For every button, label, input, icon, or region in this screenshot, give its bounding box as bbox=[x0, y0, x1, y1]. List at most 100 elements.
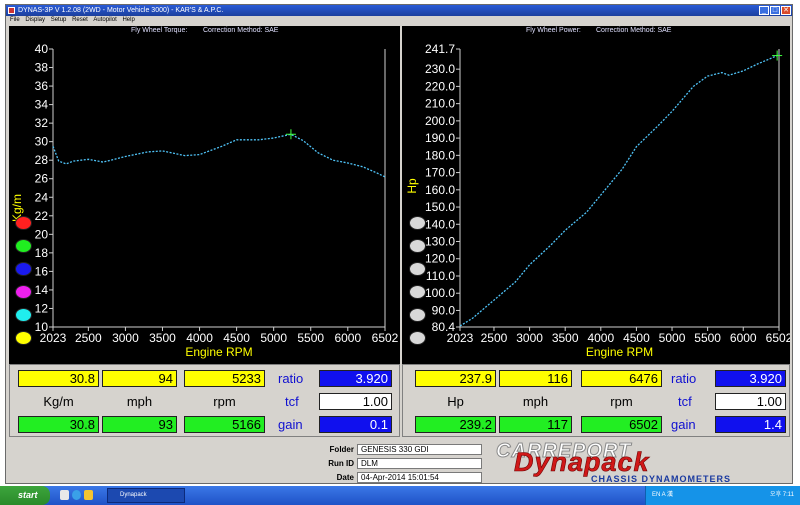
logo-tagline: CHASSIS DYNAMOMETERS bbox=[591, 474, 732, 484]
power-peak-mph-cell: 117 bbox=[499, 416, 572, 433]
maximize-button[interactable]: □ bbox=[770, 6, 780, 15]
x-tick-label: 4500 bbox=[623, 331, 650, 345]
torque-gain-value: 0.1 bbox=[319, 416, 392, 433]
show-desktop-icon[interactable] bbox=[60, 490, 69, 500]
y-tick-label: 210.0 bbox=[425, 97, 455, 111]
y-tick-label: 30 bbox=[35, 135, 49, 149]
x-tick-label: 2500 bbox=[481, 331, 508, 345]
power-mph-cell: 116 bbox=[499, 370, 572, 387]
title-bar[interactable]: DYNAS-3P V 1.2.08 (2WD - Motor Vehicle 3… bbox=[6, 5, 792, 16]
torque-readout-box: 30.8 94 5233 ratio 3.920 Kg/m mph rpm tc… bbox=[9, 364, 400, 437]
window-title: DYNAS-3P V 1.2.08 (2WD - Motor Vehicle 3… bbox=[18, 7, 224, 14]
color-lamp-button[interactable] bbox=[409, 216, 426, 230]
menu-display[interactable]: Display bbox=[25, 17, 45, 23]
y-tick-label: 120.0 bbox=[425, 252, 455, 266]
power-ratio-label: ratio bbox=[671, 371, 697, 386]
color-lamp-button[interactable] bbox=[15, 285, 32, 299]
runid-label: Run ID bbox=[328, 459, 354, 468]
y-tick-label: 200.0 bbox=[425, 114, 455, 128]
torque-value-cell: 30.8 bbox=[18, 370, 99, 387]
taskbar-dynapack-task[interactable]: Dynapack bbox=[107, 488, 185, 503]
y-tick-label: 130.0 bbox=[425, 235, 455, 249]
power-ratio-value: 3.920 bbox=[715, 370, 786, 387]
folder-icon[interactable] bbox=[84, 490, 93, 500]
minimize-button[interactable]: _ bbox=[759, 6, 769, 15]
x-tick-label: 5000 bbox=[659, 331, 686, 345]
color-lamp-button[interactable] bbox=[409, 285, 426, 299]
power-tcf-value: 1.00 bbox=[715, 393, 786, 410]
rpm-unit-label: rpm bbox=[213, 394, 236, 409]
power-unit-label: Hp bbox=[447, 394, 464, 409]
color-lamp-button[interactable] bbox=[15, 331, 32, 345]
menu-setup[interactable]: Setup bbox=[51, 17, 67, 23]
torque-chart: 101214161820222426283032343638402023 2500… bbox=[10, 42, 399, 359]
x-tick-label: 2500 bbox=[75, 331, 102, 345]
y-tick-label: 20 bbox=[35, 227, 49, 241]
color-lamp-button[interactable] bbox=[15, 308, 32, 322]
taskbar-task-label: Dynapack bbox=[120, 492, 147, 498]
y-tick-label: 24 bbox=[35, 190, 49, 204]
power-mph-unit-label: mph bbox=[522, 394, 549, 409]
app-icon bbox=[8, 7, 15, 14]
y-tick-label: 34 bbox=[35, 98, 49, 112]
torque-peak-rpm-cell: 5166 bbox=[184, 416, 265, 433]
y-tick-label: 36 bbox=[35, 79, 49, 93]
torque-peak-value-cell: 30.8 bbox=[18, 416, 99, 433]
color-lamp-button[interactable] bbox=[409, 331, 426, 345]
menu-autopilot[interactable]: Autopilot bbox=[93, 17, 116, 23]
color-lamp-button[interactable] bbox=[409, 239, 426, 253]
x-tick-label: 2023 bbox=[447, 331, 474, 345]
y-tick-label: 180.0 bbox=[425, 148, 455, 162]
torque-peak-mph-cell: 93 bbox=[102, 416, 177, 433]
color-lamp-button[interactable] bbox=[409, 262, 426, 276]
y-tick-label: 26 bbox=[35, 172, 49, 186]
runid-field[interactable]: DLM bbox=[357, 458, 482, 469]
torque-ratio-value: 3.920 bbox=[319, 370, 392, 387]
y-tick-label: 90.0 bbox=[432, 303, 456, 317]
torque-chart-panel: Fly Wheel Torque: Correction Method: SAE… bbox=[9, 26, 400, 364]
system-tray: EN A 漢 오후 7:11 bbox=[645, 486, 800, 505]
x-tick-label: 5500 bbox=[694, 331, 721, 345]
folder-field[interactable]: GENESIS 330 GDI bbox=[357, 444, 482, 455]
close-button[interactable]: ✕ bbox=[781, 6, 791, 15]
start-label: start bbox=[18, 490, 38, 500]
x-tick-label: 6000 bbox=[730, 331, 757, 345]
dynapack-logo: CARREPORT Dynapack CHASSIS DYNAMOMETERS bbox=[488, 437, 788, 484]
start-button[interactable]: start bbox=[0, 486, 50, 505]
mph-unit-label: mph bbox=[126, 394, 153, 409]
x-axis-title: Engine RPM bbox=[586, 345, 653, 359]
menu-file[interactable]: File bbox=[10, 17, 20, 23]
menu-help[interactable]: Help bbox=[122, 17, 134, 23]
power-peak-value-cell: 239.2 bbox=[415, 416, 496, 433]
y-tick-label: 220.0 bbox=[425, 79, 455, 93]
power-rpm-cell: 6476 bbox=[581, 370, 662, 387]
y-tick-label: 110.0 bbox=[426, 269, 455, 283]
x-tick-label: 2023 bbox=[40, 331, 67, 345]
folder-label: Folder bbox=[329, 445, 354, 454]
torque-unit-label: Kg/m bbox=[43, 394, 74, 409]
x-axis-title: Engine RPM bbox=[185, 345, 252, 359]
y-tick-label: 190.0 bbox=[425, 131, 455, 145]
y-tick-label: 160.0 bbox=[425, 183, 455, 197]
y-tick-label: 170.0 bbox=[425, 166, 455, 180]
footer-area: Folder GENESIS 330 GDI Run ID DLM Date 0… bbox=[6, 437, 792, 484]
power-gain-label: gain bbox=[671, 417, 696, 432]
color-lamp-button[interactable] bbox=[409, 308, 426, 322]
menu-reset[interactable]: Reset bbox=[72, 17, 88, 23]
power-chart-panel: Fly Wheel Power: Correction Method: SAE … bbox=[402, 26, 790, 364]
color-lamp-button[interactable] bbox=[15, 262, 32, 276]
y-tick-label: 100.0 bbox=[425, 286, 455, 300]
y-tick-label: 32 bbox=[35, 116, 49, 130]
date-label: Date bbox=[336, 473, 354, 482]
color-lamp-button[interactable] bbox=[15, 239, 32, 253]
x-tick-label: 3000 bbox=[112, 331, 139, 345]
y-tick-label: 38 bbox=[35, 61, 49, 75]
tray-clock: 오후 7:11 bbox=[770, 492, 794, 498]
menu-bar: File Display Setup Reset Autopilot Help bbox=[6, 16, 792, 25]
color-lamp-button[interactable] bbox=[15, 216, 32, 230]
y-tick-label: 28 bbox=[35, 153, 49, 167]
internet-explorer-icon[interactable] bbox=[72, 490, 81, 500]
torque-tcf-label: tcf bbox=[285, 394, 299, 409]
tray-language-indicator[interactable]: EN A 漢 bbox=[652, 492, 673, 498]
x-tick-label: 4500 bbox=[223, 331, 250, 345]
